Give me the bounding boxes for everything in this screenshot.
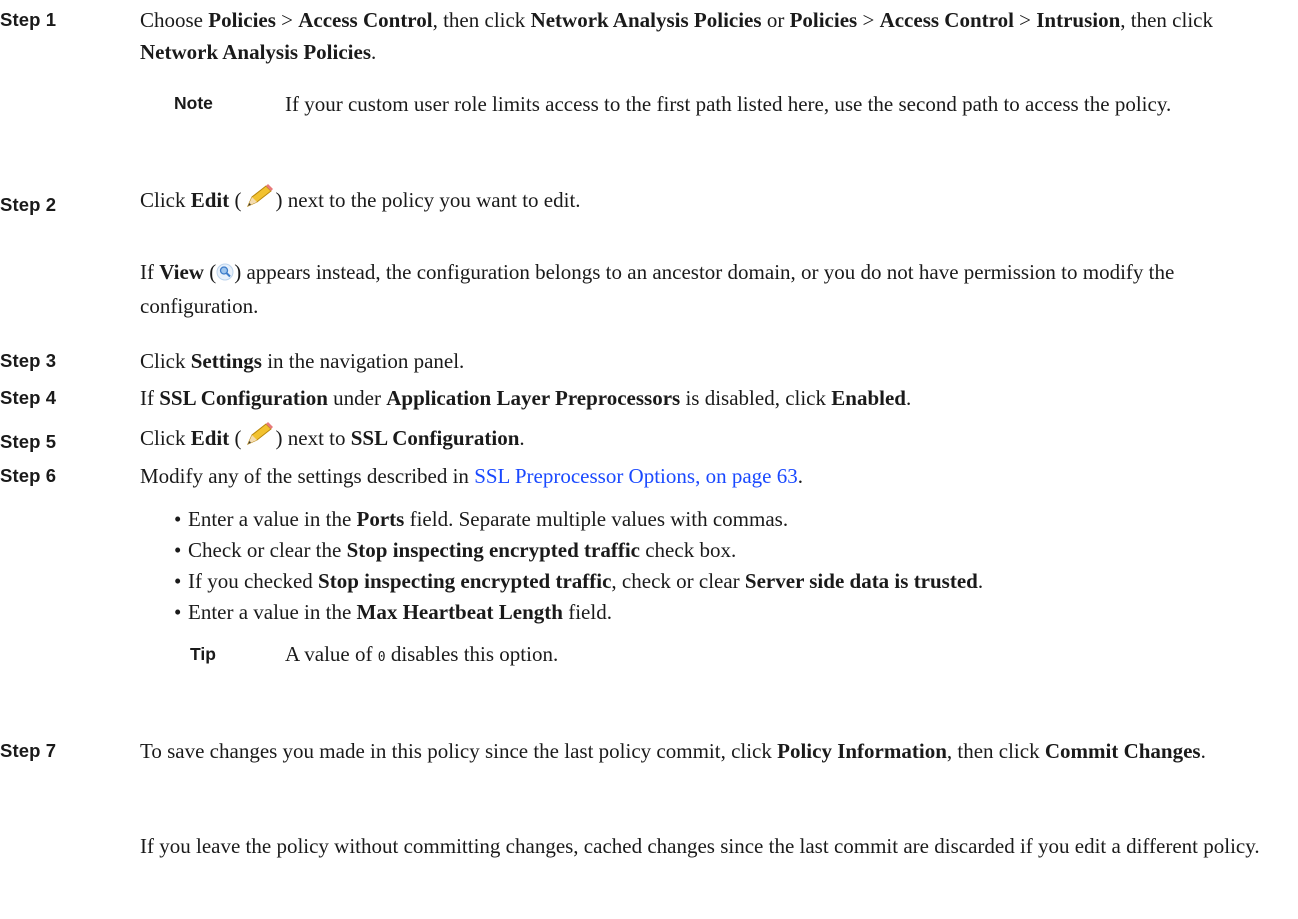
step-3-label: Step 3 xyxy=(0,350,57,371)
ssl-preprocessor-options-link[interactable]: SSL Preprocessor Options, on page 63 xyxy=(474,464,798,488)
step-4-label: Step 4 xyxy=(0,387,57,408)
tip-text: A value of 0 disables this option. xyxy=(285,642,559,666)
magnifier-icon[interactable] xyxy=(216,258,234,290)
step-5-text: Click Edit ( ) next to SSL Configuration… xyxy=(140,422,525,457)
pencil-icon[interactable] xyxy=(244,422,274,457)
note-text: If your custom user role limits access t… xyxy=(285,92,1172,116)
step-2-label: Step 2 xyxy=(0,194,57,215)
list-item: • Enter a value in the Max Heartbeat Leng… xyxy=(174,600,612,624)
pencil-icon[interactable] xyxy=(244,184,274,219)
step-4-text: If SSL Configuration under Application L… xyxy=(140,386,912,410)
step-7-text: To save changes you made in this policy … xyxy=(140,739,1206,763)
list-item: • Check or clear the Stop inspecting encr… xyxy=(174,538,737,562)
step-7-label: Step 7 xyxy=(0,740,57,761)
step-5-label: Step 5 xyxy=(0,431,57,452)
list-item: • Enter a value in the Ports field. Separ… xyxy=(174,507,789,531)
step-2-view-text: If View ( ) appears instead, the configu… xyxy=(140,258,1175,318)
tip-label: Tip xyxy=(190,644,216,664)
step-7-followup-text: If you leave the policy without committi… xyxy=(140,834,1260,858)
step-3-text: Click Settings in the navigation panel. xyxy=(140,349,465,373)
step-6-text: Modify any of the settings described in … xyxy=(140,464,803,488)
note-label: Note xyxy=(174,93,213,113)
step-1-text: Choose Policies > Access Control, then c… xyxy=(140,8,1213,64)
list-item: • If you checked Stop inspecting encrypte… xyxy=(174,569,984,593)
step-1-label: Step 1 xyxy=(0,9,57,30)
step-6-label: Step 6 xyxy=(0,465,57,486)
step-2-text: Click Edit ( ) next to the policy you wa… xyxy=(140,184,581,219)
